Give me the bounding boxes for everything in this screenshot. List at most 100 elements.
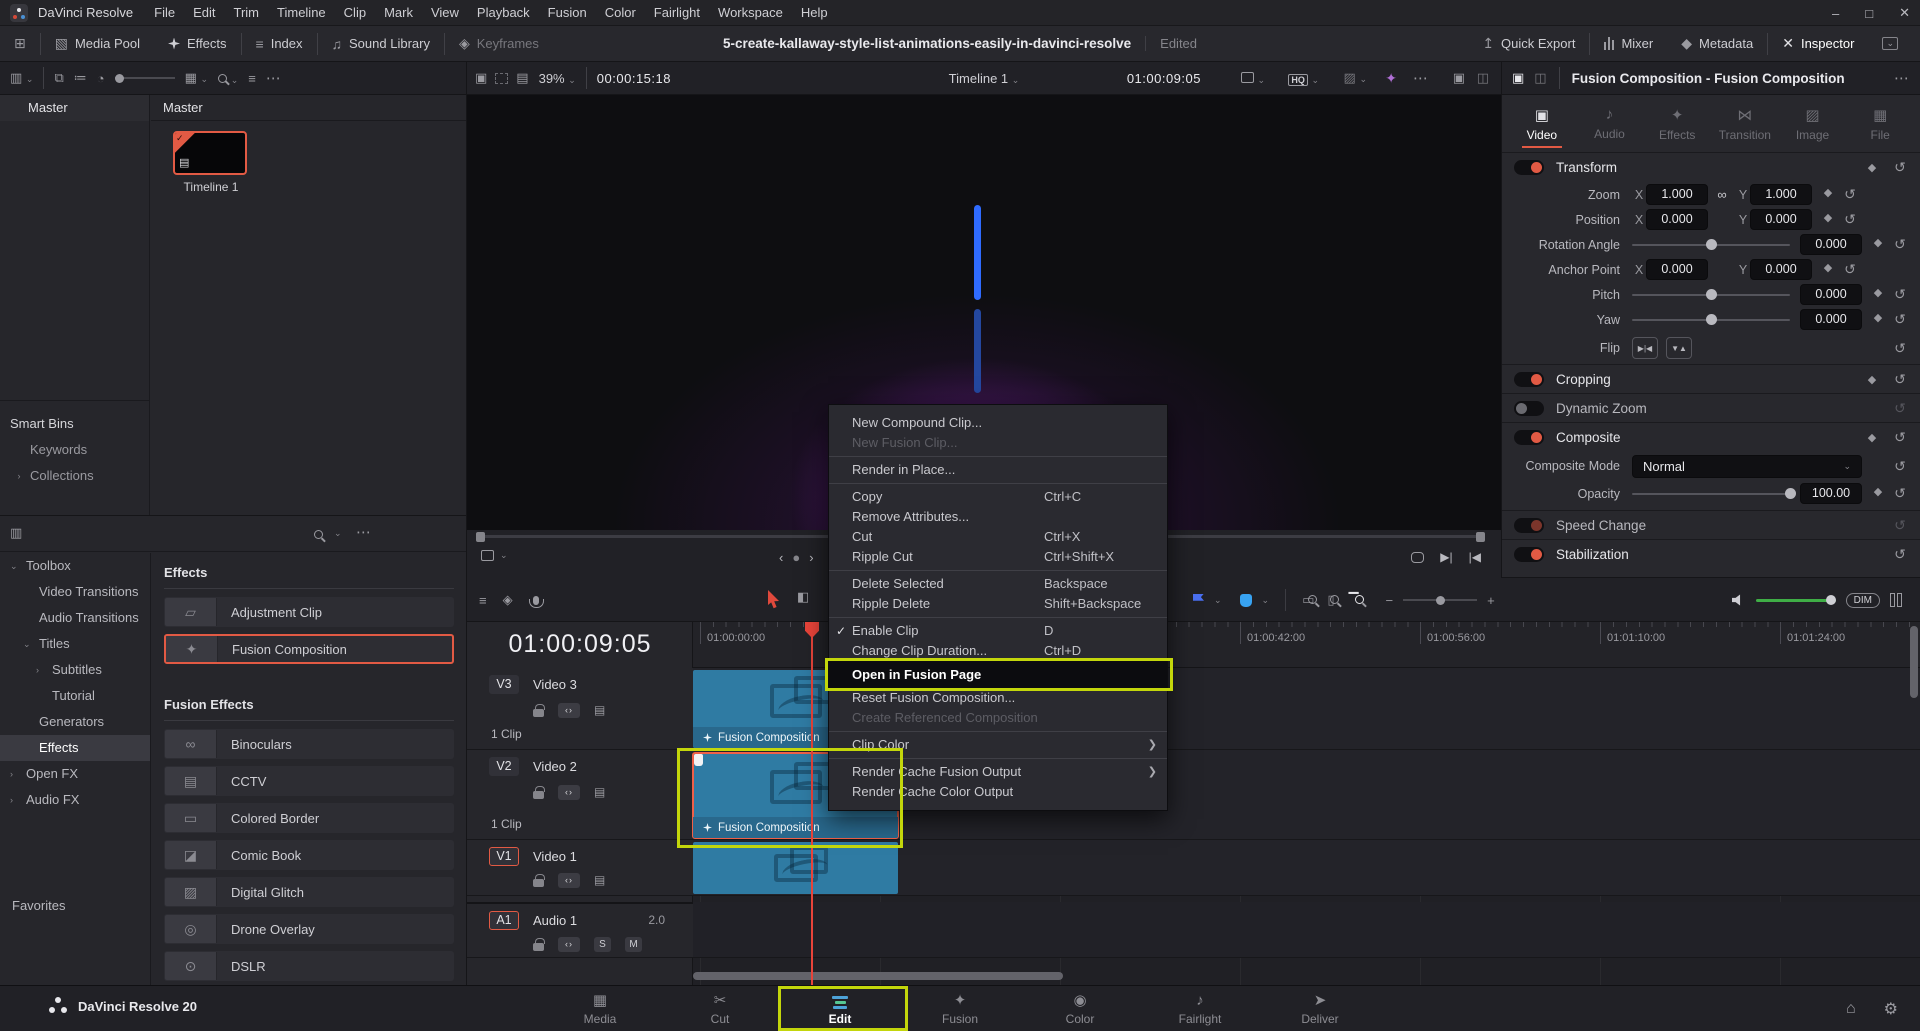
cropping-toggle[interactable] bbox=[1514, 372, 1544, 387]
flip-vertical-button[interactable]: ▼▲ bbox=[1666, 337, 1692, 359]
grid-view-icon[interactable]: ▦ ⌄ bbox=[185, 70, 208, 86]
step-forward-button[interactable]: › bbox=[809, 550, 813, 565]
category-item[interactable]: › Subtitles bbox=[0, 657, 150, 683]
reset-section-icon[interactable]: ↺ bbox=[1892, 429, 1908, 446]
timeline-options-icon[interactable]: ≡ bbox=[479, 593, 487, 608]
track-lane-a1[interactable] bbox=[693, 902, 1920, 958]
category-item[interactable]: › Audio FX bbox=[0, 787, 150, 813]
dynamic-zoom-toggle[interactable] bbox=[1514, 401, 1544, 416]
proxy-quality-button[interactable]: HQ ⌄ bbox=[1288, 71, 1319, 86]
trim-tool-icon[interactable]: ◧ bbox=[797, 589, 809, 605]
position-x-field[interactable]: 0.000 bbox=[1646, 209, 1708, 230]
index-button[interactable]: ≡Index bbox=[242, 26, 317, 62]
viewer-split-icon[interactable]: ◫ bbox=[1477, 70, 1489, 86]
inspector-button[interactable]: ✕Inspector bbox=[1768, 26, 1868, 62]
menu-item[interactable]: Trim bbox=[225, 0, 269, 26]
opacity-field[interactable]: 100.00 bbox=[1800, 483, 1862, 504]
minimize-button[interactable]: – bbox=[1832, 6, 1839, 21]
page-fairlight[interactable]: ♪Fairlight bbox=[1140, 986, 1260, 1031]
track-selector[interactable]: V2 bbox=[489, 757, 519, 776]
keyframe-icon[interactable]: ◆ bbox=[1864, 161, 1880, 174]
playhead[interactable] bbox=[811, 622, 813, 985]
inspector-tab[interactable]: ♪ Audio bbox=[1576, 95, 1644, 152]
category-item[interactable]: ⌄ Toolbox bbox=[0, 553, 150, 579]
keyframe-icon[interactable]: ◆ bbox=[1870, 485, 1886, 502]
stabilization-section-header[interactable]: Stabilization ↺ bbox=[1502, 539, 1920, 568]
transform-toggle[interactable] bbox=[1514, 160, 1544, 175]
menu-item[interactable]: Color bbox=[596, 0, 645, 26]
keyframe-icon[interactable]: ◆ bbox=[1864, 431, 1880, 444]
zoom-y-field[interactable]: 1.000 bbox=[1750, 184, 1812, 205]
timeline-vertical-scrollbar[interactable] bbox=[1910, 626, 1918, 698]
metadata-button[interactable]: ◆Metadata bbox=[1667, 26, 1767, 62]
reset-icon[interactable]: ↺ bbox=[1892, 311, 1908, 328]
track-view-icon[interactable]: ▤ bbox=[594, 873, 605, 887]
context-menu-item[interactable]: ✓ Cut Ctrl+X ❯ bbox=[829, 527, 1167, 547]
page-edit[interactable]: Edit bbox=[780, 986, 900, 1031]
rotation-slider[interactable] bbox=[1632, 244, 1790, 246]
clone-tool-icon[interactable]: ⧉ bbox=[54, 70, 63, 86]
context-menu-item[interactable]: ✓ Clip Color ❯ bbox=[829, 735, 1167, 755]
expand-chevron-icon[interactable]: › bbox=[10, 761, 26, 787]
pitch-field[interactable]: 0.000 bbox=[1800, 284, 1862, 305]
category-item[interactable]: Effects bbox=[0, 735, 150, 761]
mixer-button[interactable]: Mixer bbox=[1590, 26, 1667, 62]
context-menu-item[interactable]: ✓ New Compound Clip... ❯ bbox=[829, 413, 1167, 433]
context-menu-item[interactable]: ✓ Copy Ctrl+C ❯ bbox=[829, 487, 1167, 507]
track-selector[interactable]: V1 bbox=[489, 847, 519, 866]
track-selector[interactable]: V3 bbox=[489, 675, 519, 694]
zoom-x-field[interactable]: 1.000 bbox=[1646, 184, 1708, 205]
inspector-tab[interactable]: ⋈ Transition bbox=[1711, 95, 1779, 152]
timeline-clip-label[interactable]: Timeline 1 bbox=[151, 180, 271, 194]
stabilization-toggle[interactable] bbox=[1514, 547, 1544, 562]
zoom-in-icon[interactable]: + bbox=[1487, 593, 1495, 608]
yaw-field[interactable]: 0.000 bbox=[1800, 309, 1862, 330]
effect-item[interactable]: ▨ Digital Glitch bbox=[164, 877, 454, 907]
panel-collapse-icon[interactable]: ▥ bbox=[10, 525, 22, 541]
sort-icon[interactable]: ≡ bbox=[248, 71, 256, 86]
reset-icon[interactable]: ↺ bbox=[1842, 186, 1858, 203]
voiceover-mic-icon[interactable] bbox=[533, 596, 539, 605]
stacked-timelines-icon[interactable]: ◈ bbox=[503, 592, 513, 608]
reset-section-icon[interactable]: ↺ bbox=[1892, 546, 1908, 563]
step-back-button[interactable]: ‹ bbox=[779, 550, 783, 565]
category-item[interactable]: › Open FX bbox=[0, 761, 150, 787]
effects-options-icon[interactable]: ⋯ bbox=[356, 523, 372, 541]
smart-bin-item[interactable]: Keywords bbox=[0, 437, 150, 463]
detail-zoom-icon[interactable]: ▯ bbox=[1327, 592, 1338, 608]
dynamic-zoom-section-header[interactable]: Dynamic Zoom ↺ bbox=[1502, 393, 1920, 422]
category-item[interactable]: ⌄ Titles bbox=[0, 631, 150, 657]
effect-item[interactable]: ▱ Adjustment Clip bbox=[164, 597, 454, 627]
menu-item[interactable]: File bbox=[145, 0, 184, 26]
clip-inspector-icon[interactable]: ▣ bbox=[1512, 70, 1524, 86]
custom-zoom-icon[interactable]: ▔ bbox=[1349, 592, 1364, 608]
monitor-volume-slider[interactable] bbox=[1756, 599, 1836, 602]
category-item[interactable]: Generators bbox=[0, 709, 150, 735]
search-button[interactable]: ⌄ bbox=[218, 71, 238, 86]
anchor-y-field[interactable]: 0.000 bbox=[1750, 259, 1812, 280]
category-item[interactable]: Tutorial bbox=[0, 683, 150, 709]
gear-icon[interactable]: ⚙ bbox=[1884, 999, 1898, 1019]
thumb-size-slider[interactable] bbox=[115, 77, 175, 79]
smart-bin-item[interactable]: › Collections bbox=[0, 463, 150, 489]
effects-search-button[interactable] bbox=[314, 527, 323, 542]
context-menu-item[interactable]: ✓ Ripple Cut Ctrl+Shift+X ❯ bbox=[829, 547, 1167, 567]
composite-mode-select[interactable]: Normal ⌄ bbox=[1632, 455, 1862, 478]
sound-library-button[interactable]: ♫Sound Library bbox=[318, 26, 444, 62]
usage-icon[interactable]: ≔ bbox=[74, 70, 87, 86]
opacity-slider[interactable] bbox=[1632, 493, 1790, 495]
track-header-v1[interactable]: V1 Video 1 ‹› ▤ bbox=[467, 840, 693, 896]
fit-zoom-button[interactable]: ⌄ bbox=[1241, 71, 1265, 86]
next-edit-button[interactable]: ▶| bbox=[1440, 550, 1452, 564]
transform-section-header[interactable]: Transform ◆ ↺ bbox=[1502, 153, 1920, 182]
effect-item[interactable]: ∞ Binoculars bbox=[164, 729, 454, 759]
reset-icon[interactable]: ↺ bbox=[1842, 211, 1858, 228]
context-menu-item[interactable]: ✓ Render Cache Color Output ❯ bbox=[829, 782, 1167, 802]
solo-button[interactable]: S bbox=[594, 937, 611, 952]
viewer-image-icon[interactable]: ▣ bbox=[1453, 70, 1465, 86]
track-header-a1[interactable]: A1 Audio 1 2.0 ‹› S M bbox=[467, 902, 693, 958]
effects-button[interactable]: Effects bbox=[154, 26, 241, 62]
keyframes-button[interactable]: ◈Keyframes bbox=[445, 26, 553, 62]
favorites-label[interactable]: Favorites bbox=[0, 898, 150, 913]
reset-section-icon[interactable]: ↺ bbox=[1892, 371, 1908, 388]
